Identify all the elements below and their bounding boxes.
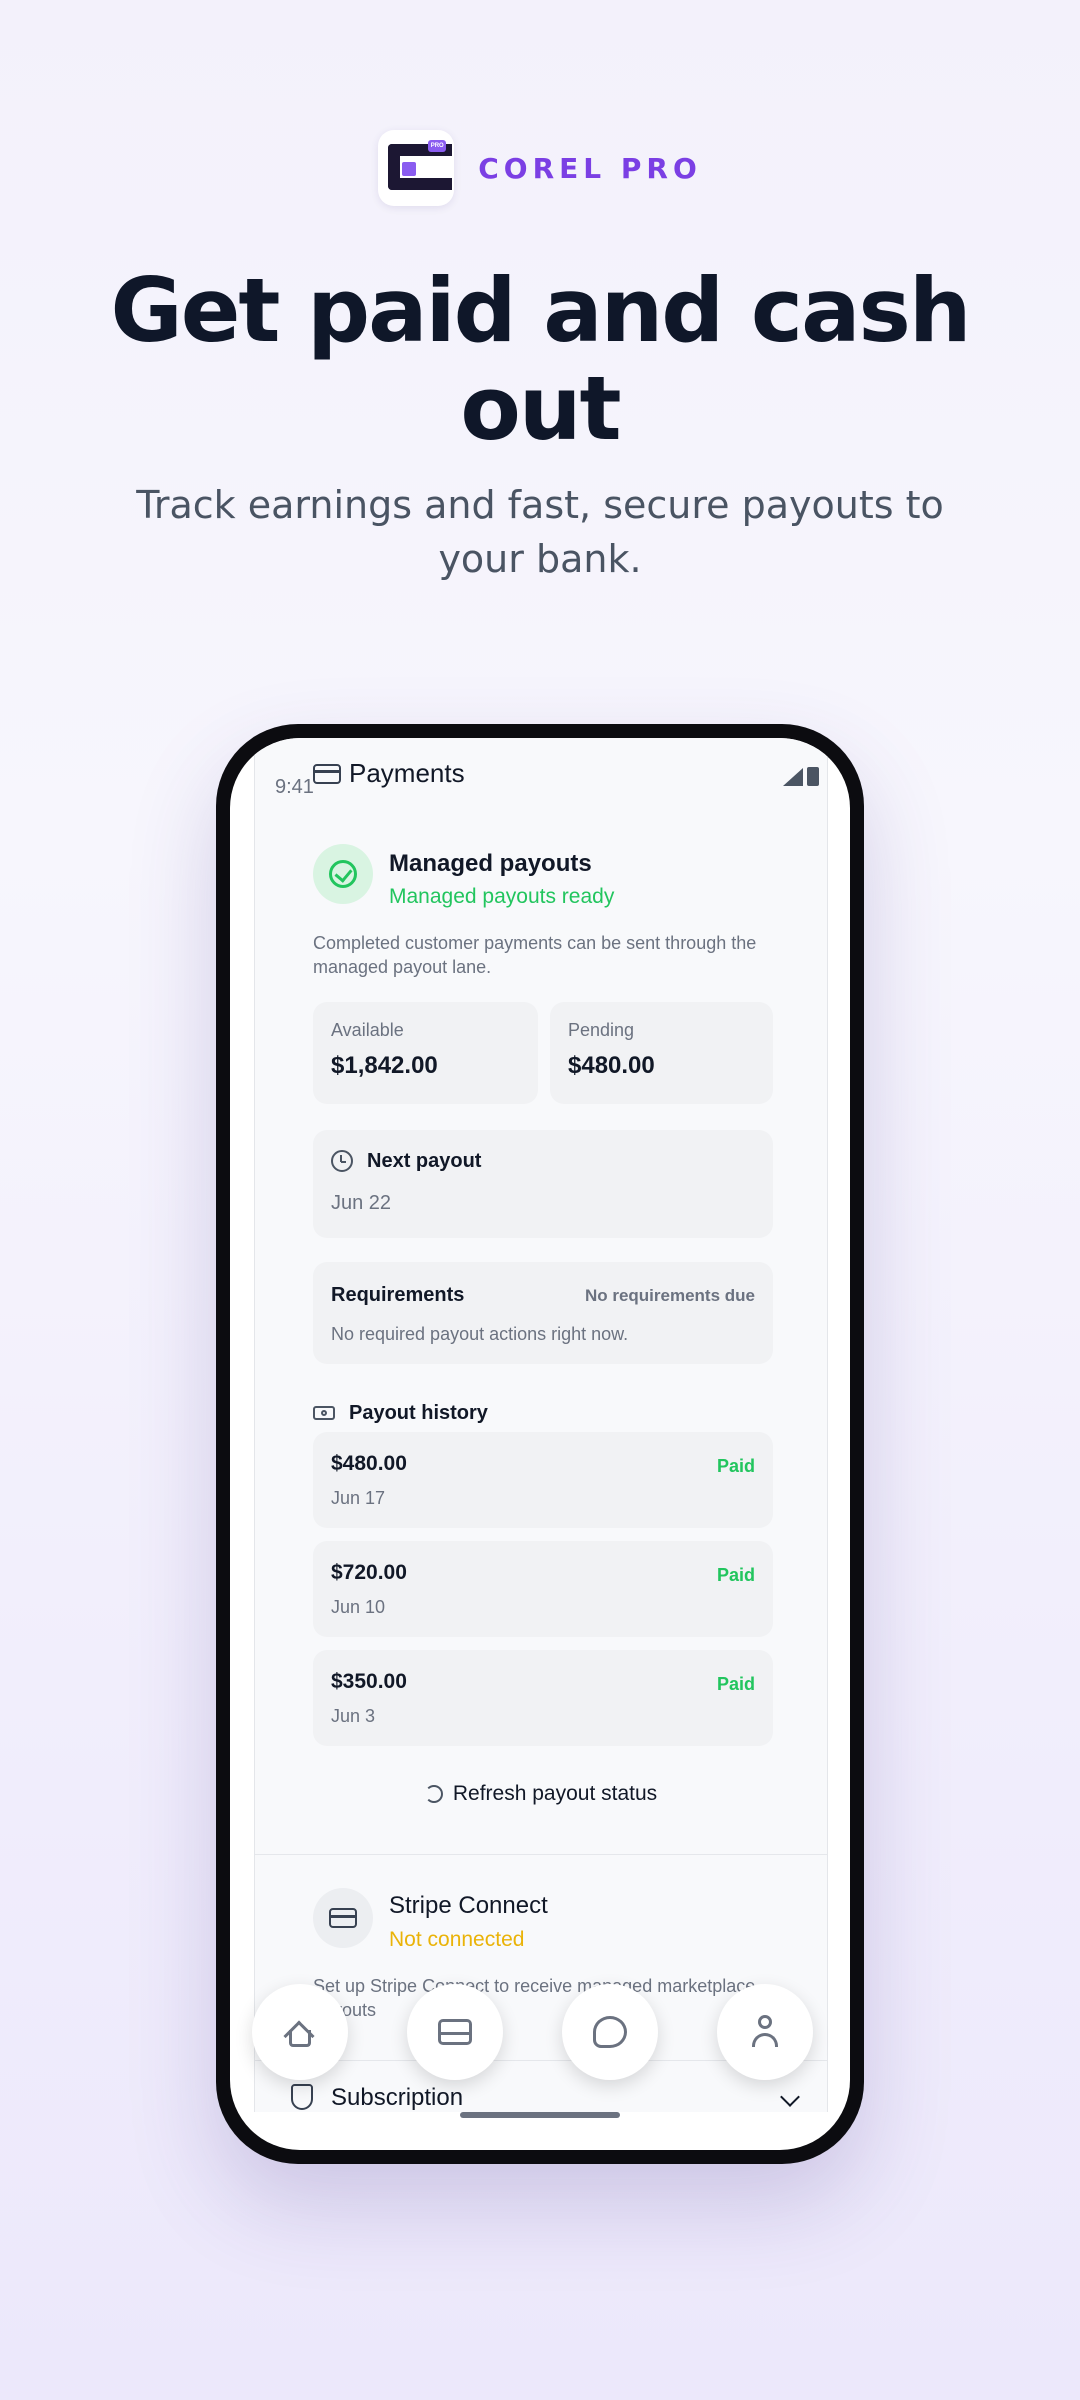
refresh-label: Refresh payout status [452,1782,658,1805]
refresh-payout-button[interactable]: Refresh payout status [255,1782,827,1806]
check-circle-icon [329,860,357,888]
requirements-title: Requirements [331,1284,465,1306]
payout-amount: $720.00 [331,1561,407,1584]
managed-status: Managed payouts ready [389,885,615,908]
home-indicator [460,2112,620,2118]
payout-row[interactable]: $350.00 Paid Jun 3 [313,1650,773,1746]
payout-row[interactable]: $480.00 Paid Jun 17 [313,1432,773,1528]
available-card: Available $1,842.00 [313,1002,538,1104]
payout-date: Jun 17 [331,1488,386,1508]
section-divider [255,1854,827,1855]
brand-header: PRO COREL PRO [0,130,1080,206]
chat-icon [593,2016,627,2048]
brand-name: COREL PRO [478,151,702,185]
hero-subhead: Track earnings and fast, secure payouts … [136,483,944,581]
refresh-icon [424,1785,443,1803]
stripe-title: Stripe Connect [389,1892,548,1919]
battery-icon [807,767,819,786]
next-payout-title: Next payout [367,1150,482,1172]
inbox-icon [438,2019,472,2045]
phone-frame: 9:41 Payments Managed payouts Managed pa… [216,724,864,2164]
payout-amount: $350.00 [331,1670,407,1693]
payout-history-title: Payout history [349,1402,488,1424]
payout-amount: $480.00 [331,1452,407,1475]
status-time: 9:41 [275,776,314,798]
available-value: $1,842.00 [331,1052,438,1079]
payout-row[interactable]: $720.00 Paid Jun 10 [313,1541,773,1637]
nav-profile-button[interactable] [717,1984,813,2080]
payout-date: Jun 10 [331,1597,386,1617]
requirements-card: Requirements No requirements due No requ… [313,1262,773,1364]
page-title: Payments [349,758,465,788]
app-logo: PRO [378,130,455,206]
stripe-status-icon [313,1888,373,1948]
payments-screen: 9:41 Payments Managed payouts Managed pa… [254,738,828,2112]
credit-card-icon [329,1908,357,1928]
stripe-status: Not connected [389,1928,525,1951]
shield-icon [291,2084,313,2110]
payout-status: Paid [716,1456,755,1476]
payout-status: Paid [716,1565,755,1585]
cash-icon [313,1406,335,1420]
managed-status-icon [313,844,373,904]
next-payout-card: Next payout Jun 22 [313,1130,773,1238]
stripe-description: Set up Stripe Connect to receive managed… [313,1976,756,2020]
home-icon [283,2017,315,2052]
nav-home-button[interactable] [252,1984,348,2080]
subscription-title[interactable]: Subscription [331,2084,463,2112]
requirements-text: No required payout actions right now. [331,1324,629,1344]
available-label: Available [331,1020,404,1040]
nav-chat-button[interactable] [562,1984,658,2080]
pending-card: Pending $480.00 [550,1002,773,1104]
credit-card-icon [313,764,341,784]
phone-screen: 9:41 Payments Managed payouts Managed pa… [230,738,850,2150]
pending-value: $480.00 [568,1052,655,1079]
pending-label: Pending [568,1020,635,1040]
payout-status: Paid [716,1674,755,1694]
managed-description: Completed customer payments can be sent … [313,933,757,977]
managed-title: Managed payouts [389,850,592,877]
chevron-down-icon[interactable] [780,2087,800,2107]
nav-inbox-button[interactable] [407,1984,503,2080]
user-icon [750,2015,780,2049]
payout-date: Jun 3 [331,1706,376,1726]
signal-icon [783,768,803,786]
clock-icon [331,1150,353,1172]
requirements-badge: No requirements due [584,1286,755,1305]
next-payout-date: Jun 22 [331,1192,392,1214]
hero-headline: Get paid and cash out [110,259,971,460]
